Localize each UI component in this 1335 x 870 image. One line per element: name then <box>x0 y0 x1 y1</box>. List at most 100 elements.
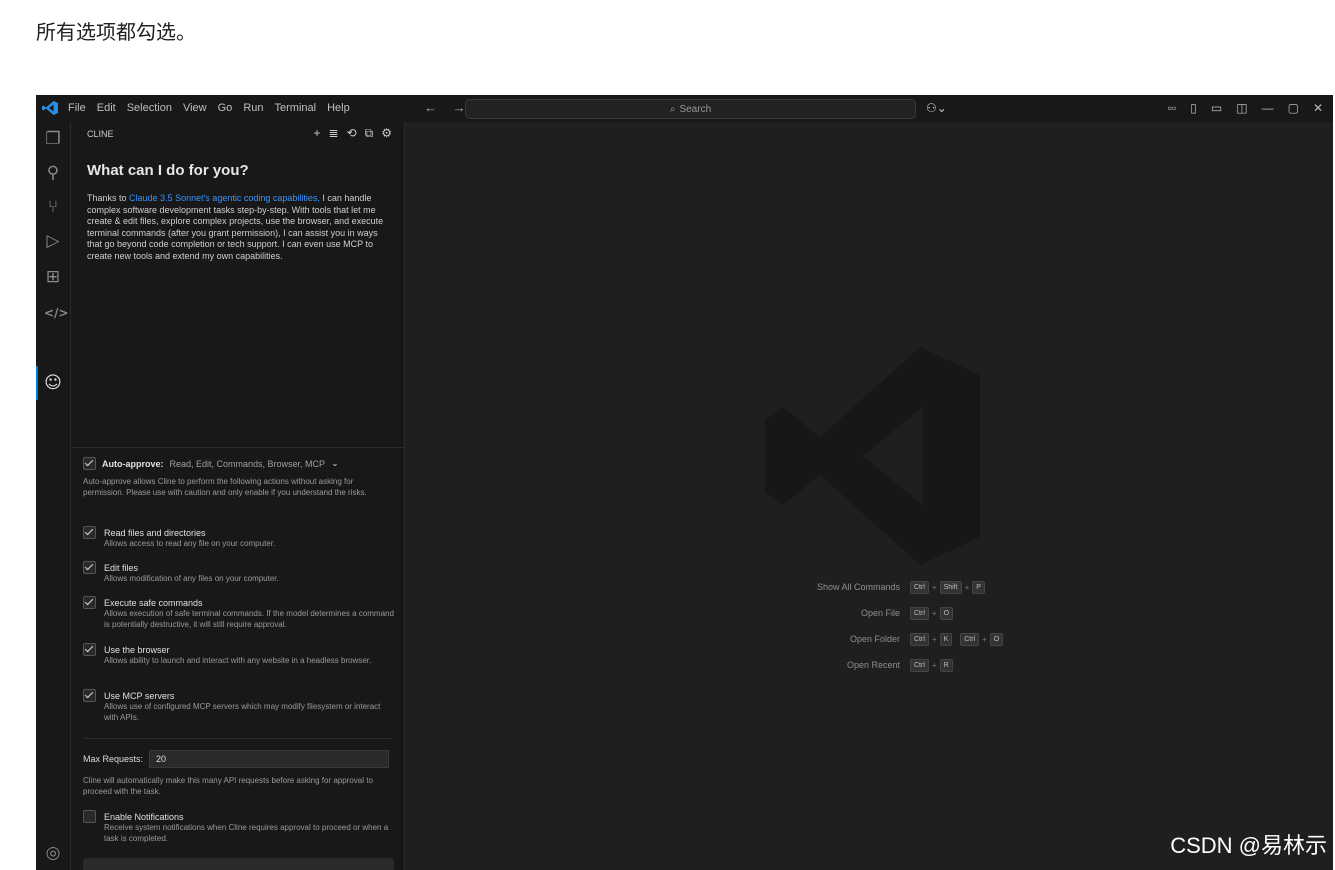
option-desc: Receive system notifications when Cline … <box>104 823 389 843</box>
command-search-box[interactable]: ⌕ Search <box>465 99 916 119</box>
option-label: Edit files <box>104 562 139 573</box>
divider <box>83 738 392 739</box>
account-icon[interactable]: ◎ <box>44 844 62 862</box>
key-plus: + <box>964 582 970 592</box>
shortcut-label: Show All Commands <box>816 582 900 592</box>
toggle-sidebar-icon[interactable]: ▯ <box>1190 101 1197 115</box>
minimize-button[interactable]: — <box>1262 101 1274 115</box>
menu-edit[interactable]: Edit <box>97 102 116 114</box>
menu-selection[interactable]: Selection <box>127 102 172 114</box>
key-cap: R <box>939 658 953 672</box>
vscode-watermark-icon <box>765 347 980 565</box>
option-label: Read files and directories <box>104 527 206 538</box>
checkbox[interactable] <box>83 643 96 656</box>
max-requests-desc: Cline will automatically make this many … <box>83 776 373 796</box>
toggle-panel-icon[interactable]: ▭ <box>1211 101 1222 115</box>
key-cap: Ctrl <box>910 632 929 646</box>
option-notifications: Enable Notifications Receive system noti… <box>83 810 394 844</box>
panel-toolbar: + ≣ ⟲ ⧉ ⚙ <box>314 126 392 141</box>
max-requests-row: Max Requests: 20 <box>83 750 390 768</box>
panel-title: CLINE <box>87 129 114 139</box>
editor-area: Show All Commands Ctrl + Shift + P Open … <box>405 122 1333 870</box>
active-indicator <box>36 366 38 400</box>
option-execute-commands: Execute safe commands Allows execution o… <box>83 596 394 630</box>
chat-input[interactable] <box>83 858 394 870</box>
new-task-icon[interactable]: + <box>314 126 321 141</box>
toggle-secondary-sidebar-icon[interactable]: ◫ <box>1236 101 1247 115</box>
option-use-mcp: Use MCP servers Allows use of configured… <box>83 689 394 723</box>
menu-view[interactable]: View <box>183 102 207 114</box>
shortcut-hints: Show All Commands Ctrl + Shift + P Open … <box>735 574 1004 678</box>
cline-icon[interactable]: ☺ <box>44 374 62 392</box>
option-label: Use MCP servers <box>104 690 175 701</box>
option-use-browser: Use the browser Allows ability to launch… <box>83 643 394 667</box>
intro-rest: I can handle complex software developmen… <box>87 193 384 261</box>
chevron-down-icon[interactable]: ⌄ <box>331 458 339 469</box>
page-caption: 所有选项都勾选。 <box>36 20 196 44</box>
intro-prefix: Thanks to <box>87 193 130 203</box>
search-icon[interactable]: ⚲ <box>44 164 62 182</box>
shortcut-label: Open File <box>860 608 900 618</box>
key-cap: Ctrl <box>910 606 929 620</box>
run-debug-icon[interactable]: ▷ <box>44 232 62 250</box>
checkbox[interactable] <box>83 810 96 823</box>
key-plus: + <box>931 634 937 644</box>
shortcut-row: Open Recent Ctrl + R <box>735 652 1003 678</box>
max-requests-label: Max Requests: <box>83 754 144 764</box>
menu-go[interactable]: Go <box>218 102 233 114</box>
menu-terminal[interactable]: Terminal <box>275 102 317 114</box>
explorer-icon[interactable]: ❐ <box>44 130 62 148</box>
option-read-files: Read files and directories Allows access… <box>83 526 394 550</box>
key-cap: Ctrl <box>910 580 929 594</box>
auto-approve-row[interactable]: Auto-approve: Read, Edit, Commands, Brow… <box>83 457 394 470</box>
auto-approve-values: Read, Edit, Commands, Browser, MCP <box>169 458 326 469</box>
auto-approve-panel: Auto-approve: Read, Edit, Commands, Brow… <box>83 457 394 498</box>
option-desc: Allows modification of any files on your… <box>104 574 279 583</box>
cline-sidebar: CLINE + ≣ ⟲ ⧉ ⚙ What can I do for you? T… <box>71 122 405 870</box>
shortcut-label: Open Recent <box>846 660 900 670</box>
mcp-servers-icon[interactable]: ≣ <box>329 126 339 141</box>
key-cap: Shift <box>939 580 962 594</box>
menu-run[interactable]: Run <box>243 102 263 114</box>
max-requests-input[interactable]: 20 <box>149 750 390 768</box>
intro-link[interactable]: Claude 3.5 Sonnet's agentic coding capab… <box>129 193 320 203</box>
key-cap: P <box>972 580 985 594</box>
copilot-icon[interactable]: ⚇⌄ <box>926 101 947 115</box>
key-cap: O <box>939 606 954 620</box>
welcome-heading: What can I do for you? <box>87 162 249 179</box>
option-desc: Allows execution of safe terminal comman… <box>104 609 394 629</box>
auto-approve-desc: Auto-approve allows Cline to perform the… <box>83 477 367 497</box>
vscode-logo-icon <box>42 101 58 115</box>
open-in-editor-icon[interactable]: ⧉ <box>365 126 374 141</box>
history-icon[interactable]: ⟲ <box>347 126 357 141</box>
customize-layout-icon[interactable]: ▫▫ <box>1168 101 1177 115</box>
vscode-window: File Edit Selection View Go Run Terminal… <box>36 95 1333 870</box>
divider <box>71 447 404 448</box>
menu-file[interactable]: File <box>68 102 86 114</box>
checkbox[interactable] <box>83 596 96 609</box>
checkbox[interactable] <box>83 526 96 539</box>
intro-text: Thanks to Claude 3.5 Sonnet's agentic co… <box>87 193 389 263</box>
shortcut-label: Open Folder <box>849 634 900 644</box>
option-edit-files: Edit files Allows modification of any fi… <box>83 561 394 585</box>
auto-approve-checkbox[interactable] <box>83 457 96 470</box>
window-controls: ▫▫ ▯ ▭ ◫ — ▢ ✕ <box>1168 101 1323 115</box>
shortcut-row: Show All Commands Ctrl + Shift + P <box>735 574 1003 600</box>
checkbox[interactable] <box>83 689 96 702</box>
checkbox[interactable] <box>83 561 96 574</box>
key-cap: O <box>989 632 1004 646</box>
option-label: Execute safe commands <box>104 597 203 608</box>
option-label: Use the browser <box>104 644 170 655</box>
settings-icon[interactable]: ⚙ <box>381 126 392 141</box>
key-cap: K <box>939 632 953 646</box>
menu-help[interactable]: Help <box>327 102 350 114</box>
remote-icon[interactable]: </> <box>44 304 69 322</box>
csdn-watermark: CSDN @易林示 <box>1170 833 1327 858</box>
close-button[interactable]: ✕ <box>1313 101 1323 115</box>
search-placeholder: Search <box>679 103 712 115</box>
auto-approve-label: Auto-approve: <box>102 458 164 469</box>
extensions-icon[interactable]: ⊞ <box>44 268 62 286</box>
maximize-button[interactable]: ▢ <box>1288 101 1299 115</box>
source-control-icon[interactable]: ⑂ <box>44 198 62 216</box>
option-label: Enable Notifications <box>104 811 184 822</box>
